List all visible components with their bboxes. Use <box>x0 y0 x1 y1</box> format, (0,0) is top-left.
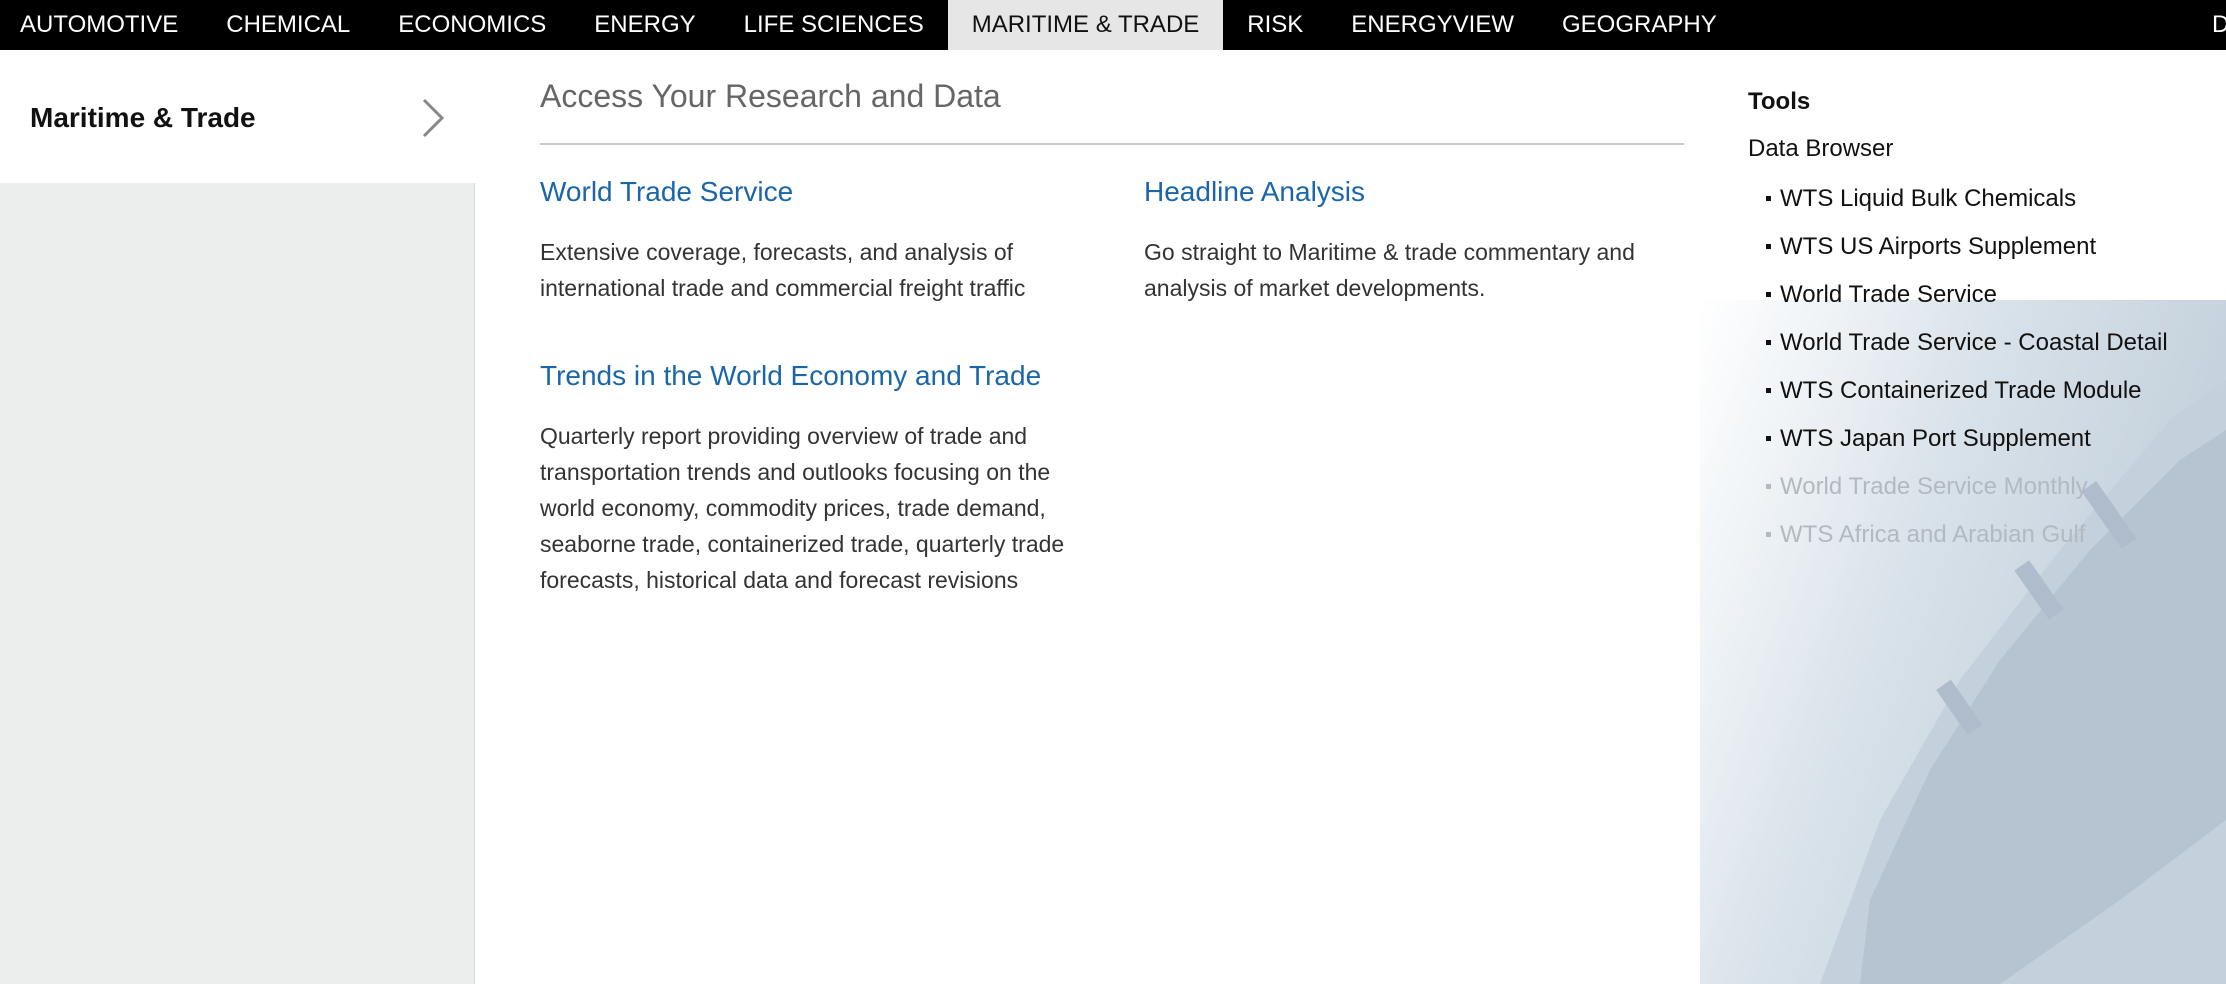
bullet-icon <box>1766 484 1771 489</box>
nav-item-geography[interactable]: GEOGRAPHY <box>1538 0 1741 50</box>
nav-item-truncated[interactable]: D <box>2212 0 2226 50</box>
nav-item-chemical[interactable]: CHEMICAL <box>202 0 374 50</box>
tools-list: WTS Liquid Bulk Chemicals WTS US Airport… <box>1766 182 2168 566</box>
chevron-right-icon[interactable] <box>418 96 448 145</box>
tool-link[interactable]: World Trade Service Monthly <box>1766 470 2168 518</box>
description-line: world economy, commodity prices, trade d… <box>540 495 1046 521</box>
menu-heading: Access Your Research and Data <box>540 78 1001 114</box>
product-description: Go straight to Maritime & trade commenta… <box>1144 234 1704 306</box>
description-line: analysis of market developments. <box>1144 275 1486 301</box>
divider <box>540 143 1684 145</box>
data-browser-link[interactable]: Data Browser <box>1748 135 1893 163</box>
nav-item-maritime-trade[interactable]: MARITIME & TRADE <box>947 0 1224 50</box>
tool-label: WTS Liquid Bulk Chemicals <box>1780 185 2077 212</box>
tool-link[interactable]: World Trade Service - Coastal Detail <box>1766 326 2168 374</box>
product-description: Extensive coverage, forecasts, and analy… <box>540 234 1100 306</box>
nav-item-energy[interactable]: ENERGY <box>570 0 719 50</box>
nav-item-energyview[interactable]: ENERGYVIEW <box>1327 0 1538 50</box>
tool-link[interactable]: World Trade Service <box>1766 278 2168 326</box>
bullet-icon <box>1766 532 1771 537</box>
tool-link[interactable]: WTS Africa and Arabian Gulf <box>1766 518 2168 566</box>
top-navigation: AUTOMOTIVE CHEMICAL ECONOMICS ENERGY LIF… <box>0 0 2226 50</box>
nav-item-automotive[interactable]: AUTOMOTIVE <box>0 0 202 50</box>
tool-link[interactable]: WTS Containerized Trade Module <box>1766 374 2168 422</box>
bullet-icon <box>1766 436 1771 441</box>
description-line: seaborne trade, containerized trade, qua… <box>540 531 1065 557</box>
bullet-icon <box>1766 244 1771 249</box>
description-line: Extensive coverage, forecasts, and analy… <box>540 239 1014 265</box>
tool-label: World Trade Service - Coastal Detail <box>1780 329 2168 356</box>
tool-label: World Trade Service Monthly <box>1780 473 2088 500</box>
tool-label: World Trade Service <box>1780 281 1997 308</box>
product-link-trends-world-economy[interactable]: Trends in the World Economy and Trade <box>540 360 1041 392</box>
tool-link[interactable]: WTS Liquid Bulk Chemicals <box>1766 182 2168 230</box>
nav-item-risk[interactable]: RISK <box>1223 0 1327 50</box>
bullet-icon <box>1766 340 1771 345</box>
tools-heading: Tools <box>1748 88 1811 115</box>
description-line: Quarterly report providing overview of t… <box>540 423 1028 449</box>
product-link-world-trade-service[interactable]: World Trade Service <box>540 176 793 208</box>
description-line: Go straight to Maritime & trade commenta… <box>1144 239 1635 265</box>
bullet-icon <box>1766 196 1771 201</box>
nav-item-economics[interactable]: ECONOMICS <box>374 0 570 50</box>
tool-link[interactable]: WTS US Airports Supplement <box>1766 230 2168 278</box>
description-line: transportation trends and outlooks focus… <box>540 459 1051 485</box>
tool-label: WTS Containerized Trade Module <box>1780 377 2142 404</box>
background-sidebar <box>0 183 475 984</box>
nav-item-life-sciences[interactable]: LIFE SCIENCES <box>720 0 948 50</box>
product-description: Quarterly report providing overview of t… <box>540 418 1100 598</box>
tool-label: WTS Japan Port Supplement <box>1780 425 2091 452</box>
description-line: forecasts, historical data and forecast … <box>540 567 1019 593</box>
bullet-icon <box>1766 292 1771 297</box>
product-link-headline-analysis[interactable]: Headline Analysis <box>1144 176 1365 208</box>
bullet-icon <box>1766 388 1771 393</box>
tool-link[interactable]: WTS Japan Port Supplement <box>1766 422 2168 470</box>
tool-label: WTS US Airports Supplement <box>1780 233 2097 260</box>
category-title[interactable]: Maritime & Trade <box>30 102 256 134</box>
category-panel: Maritime & Trade <box>0 50 474 183</box>
tool-label: WTS Africa and Arabian Gulf <box>1780 521 2086 548</box>
description-line: international trade and commercial freig… <box>540 275 1026 301</box>
